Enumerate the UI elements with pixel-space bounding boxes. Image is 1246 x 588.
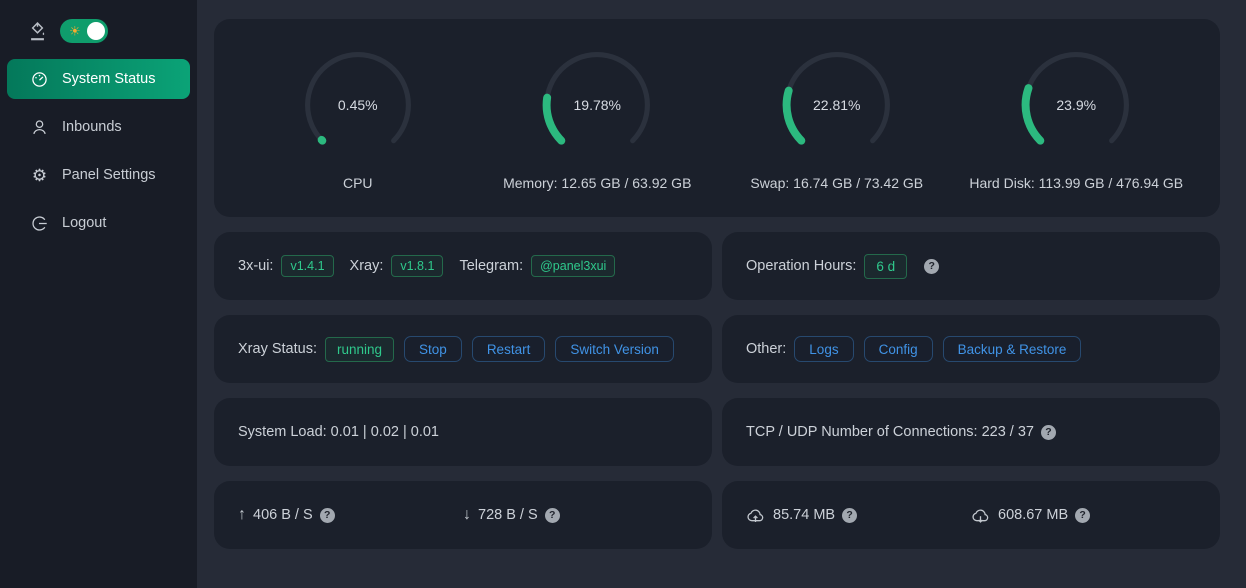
sidebar-item-logout[interactable]: Logout [7,203,190,243]
sidebar-top: ☀ [0,18,197,44]
connections-card: TCP / UDP Number of Connections: 223 / 3… [722,398,1220,466]
memory-label: Memory: 12.65 GB / 63.92 GB [503,175,691,191]
logout-icon [31,215,48,232]
gear-icon: ⚙ [31,167,48,184]
theme-paint-icon [28,22,47,41]
question-icon[interactable]: ? [1041,425,1056,440]
total-received-text: 608.67 MB [998,507,1068,523]
hard-disk-gauge: 23.9% Hard Disk: 113.99 GB / 476.94 GB [957,49,1197,217]
sidebar-item-system-status[interactable]: System Status [7,59,190,99]
sidebar-nav: System Status Inbounds ⚙ Panel Settings [0,59,197,243]
sun-icon: ☀ [69,25,81,38]
sidebar-item-label: Panel Settings [62,167,156,183]
sidebar-item-panel-settings[interactable]: ⚙ Panel Settings [7,155,190,195]
connections-text: TCP / UDP Number of Connections: 223 / 3… [746,424,1034,440]
upload-speed-text: 406 B / S [253,507,313,523]
versions-card: 3x-ui: v1.4.1 Xray: v1.8.1 Telegram: @pa… [214,232,712,300]
memory-gauge: 19.78% Memory: 12.65 GB / 63.92 GB [478,49,718,217]
cloud-download-icon [971,508,990,523]
sidebar-item-label: Inbounds [62,119,122,135]
telegram-link-tag[interactable]: @panel3xui [531,255,615,277]
cloud-upload-icon [746,508,765,523]
system-load-card: System Load: 0.01 | 0.02 | 0.01 [214,398,712,466]
memory-percent: 19.78% [541,49,653,161]
arrow-down-icon: ↓ [463,507,471,523]
xray-status-label: Xray Status: [238,341,317,357]
dark-mode-toggle[interactable]: ☀ [60,19,108,43]
dashboard-icon [31,71,48,88]
config-button[interactable]: Config [864,336,933,362]
upload-speed: ↑ 406 B / S ? [214,507,463,523]
total-received: 608.67 MB ? [971,507,1220,523]
xui-version-tag: v1.4.1 [281,255,333,277]
arrow-up-icon: ↑ [238,507,246,523]
network-speed-card: ↑ 406 B / S ? ↓ 728 B / S ? [214,481,712,549]
stop-button[interactable]: Stop [404,336,462,362]
download-speed: ↓ 728 B / S ? [463,507,712,523]
swap-label: Swap: 16.74 GB / 73.42 GB [750,175,923,191]
xui-version-label: 3x-ui: [238,258,273,274]
system-load-text: System Load: 0.01 | 0.02 | 0.01 [238,424,439,440]
telegram-label: Telegram: [459,258,523,274]
xray-version-tag: v1.8.1 [391,255,443,277]
gauges-card: 0.45% CPU 19.78% Memory: 12.65 GB / 63.9… [214,19,1220,217]
total-sent-text: 85.74 MB [773,507,835,523]
other-actions-card: Other: Logs Config Backup & Restore [722,315,1220,383]
question-icon[interactable]: ? [842,508,857,523]
question-icon[interactable]: ? [545,508,560,523]
restart-button[interactable]: Restart [472,336,546,362]
operation-hours-label: Operation Hours: [746,258,856,274]
logs-button[interactable]: Logs [794,336,853,362]
total-sent: 85.74 MB ? [722,507,971,523]
sidebar-item-label: System Status [62,71,155,87]
cpu-label: CPU [343,175,373,191]
cpu-gauge: 0.45% CPU [238,49,478,217]
question-icon[interactable]: ? [320,508,335,523]
backup-restore-button[interactable]: Backup & Restore [943,336,1082,362]
question-icon[interactable]: ? [1075,508,1090,523]
download-speed-text: 728 B / S [478,507,538,523]
operation-hours-card: Operation Hours: 6 d ? [722,232,1220,300]
status-cards-grid: 3x-ui: v1.4.1 Xray: v1.8.1 Telegram: @pa… [214,232,1220,549]
user-icon [31,119,48,136]
question-icon[interactable]: ? [924,259,939,274]
xray-running-tag: running [325,337,394,362]
operation-hours-value-tag: 6 d [864,254,907,279]
app-window: ☀ System Status [0,0,1246,588]
switch-version-button[interactable]: Switch Version [555,336,674,362]
swap-percent: 22.81% [781,49,893,161]
hard-disk-label: Hard Disk: 113.99 GB / 476.94 GB [969,175,1183,191]
network-totals-card: 85.74 MB ? 608.67 MB ? [722,481,1220,549]
cpu-percent: 0.45% [302,49,414,161]
swap-gauge: 22.81% Swap: 16.74 GB / 73.42 GB [717,49,957,217]
xray-status-card: Xray Status: running Stop Restart Switch… [214,315,712,383]
toggle-knob [87,22,105,40]
xray-version-label: Xray: [350,258,384,274]
hard-disk-percent: 23.9% [1020,49,1132,161]
sidebar: ☀ System Status [0,0,197,588]
other-label: Other: [746,341,786,357]
sidebar-item-inbounds[interactable]: Inbounds [7,107,190,147]
sidebar-item-label: Logout [62,215,106,231]
main-content: 0.45% CPU 19.78% Memory: 12.65 GB / 63.9… [197,0,1246,588]
